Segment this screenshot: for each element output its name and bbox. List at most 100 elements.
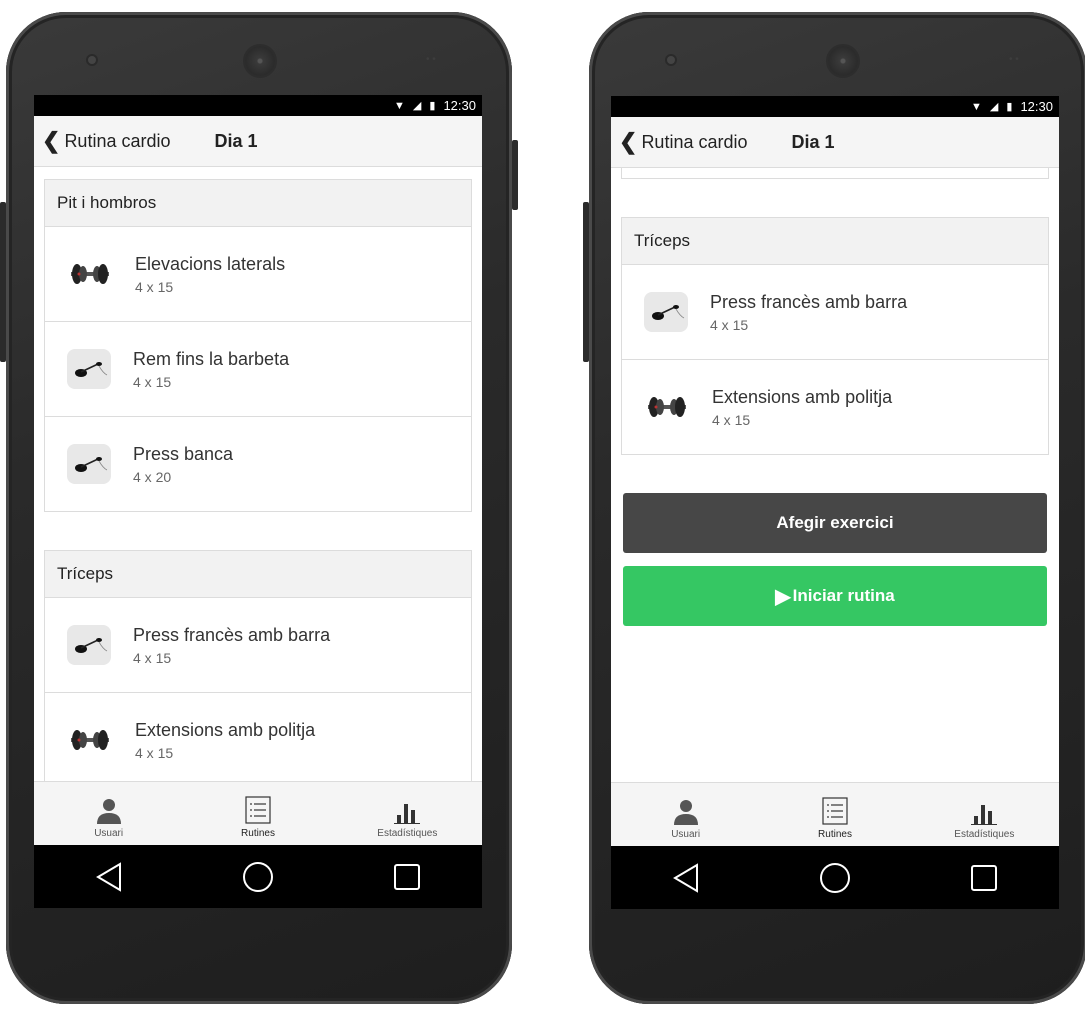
chevron-left-icon: ❮ [619,129,638,154]
exercise-item[interactable]: Elevacions laterals 4 x 15 [45,227,471,322]
square-recents-icon [394,863,421,890]
exercise-name: Press francès amb barra [710,291,908,312]
android-nav-bar [611,846,1059,909]
exercise-name: Press francès amb barra [133,624,331,645]
back-label: Rutina cardio [641,131,748,152]
tab-label: Estadístiques [954,829,1015,840]
exercise-sets: 4 x 15 [133,649,172,666]
exercise-list[interactable]: Pit i hombros Elevacions laterals4 x 15 … [611,168,1059,783]
cable-handle-icon [67,625,111,665]
front-camera-icon [667,56,675,64]
earpiece-icon [828,46,858,76]
exercise-sets: 4 x 20 [133,468,172,485]
start-routine-label: Iniciar rutina [792,586,895,605]
exercise-sets: 4 x 15 [135,744,174,761]
list-icon [822,797,848,825]
exercise-sets: 4 x 15 [710,316,749,333]
back-button[interactable]: ❮ Rutina cardio [34,128,171,154]
group-title: Pit i hombros [45,180,471,227]
circle-home-icon [242,861,273,892]
play-icon: ▶ [775,585,791,608]
dumbbell-icon [67,251,113,297]
dumbbell-icon [67,717,113,763]
bottom-tab-bar: Usuari Rutines Estadístiques [611,782,1059,846]
home-nav-button[interactable] [815,858,855,898]
tab-user[interactable]: Usuari [611,783,760,846]
volume-button [0,202,6,362]
screen: ▼ ◢ ▮ 12:30 ❮ Rutina cardio Dia 1 Pit i … [611,96,1059,909]
back-label: Rutina cardio [64,130,171,151]
wifi-icon: ▼ [971,100,982,113]
home-nav-button[interactable] [238,857,278,897]
exercise-name: Extensions amb politja [135,719,316,740]
start-routine-button[interactable]: ▶ Iniciar rutina [623,566,1047,626]
exercise-item[interactable]: Rem fins la barbeta 4 x 15 [45,322,471,417]
list-icon [245,796,271,824]
battery-icon: ▮ [1006,101,1013,113]
triangle-back-icon [672,862,698,893]
circle-home-icon [819,862,850,893]
tab-stats[interactable]: Estadístiques [333,782,482,845]
status-bar: ▼ ◢ ▮ 12:30 [611,96,1059,117]
tab-routines[interactable]: Rutines [183,782,332,845]
tab-label: Rutines [241,828,275,839]
tab-routines[interactable]: Rutines [760,783,909,846]
recents-nav-button[interactable] [387,857,427,897]
status-time: 12:30 [443,98,476,113]
back-nav-button[interactable] [89,857,129,897]
exercise-group-triceps: Tríceps Press francès amb barra 4 x 15 Ex… [621,217,1049,455]
tab-stats[interactable]: Estadístiques [910,783,1059,846]
exercise-sets: 4 x 15 [135,278,174,295]
exercise-group-chest: Pit i hombros Elevacions laterals4 x 15 … [44,179,472,512]
app-bar: ❮ Rutina cardio Dia 1 [611,117,1059,168]
exercise-name: Press banca [133,443,234,464]
exercise-group-triceps: Tríceps Press francès amb barra 4 x 15 Ex… [44,550,472,782]
phone-right: • • ▼ ◢ ▮ 12:30 ❮ Rutina cardio Dia 1 Pi… [583,12,1085,1004]
square-recents-icon [971,864,998,891]
status-time: 12:30 [1020,99,1053,114]
exercise-item[interactable]: Extensions amb politja 4 x 15 [622,360,1048,454]
cable-handle-icon [67,349,111,389]
page-title: Dia 1 [214,130,258,151]
tab-label: Estadístiques [377,828,438,839]
exercise-name: Elevacions laterals [135,253,286,274]
exercise-item[interactable]: Press banca4 x 20 [622,168,1048,178]
exercise-name: Rem fins la barbeta [133,348,290,369]
sensor-icon: • • [426,54,436,65]
chevron-left-icon: ❮ [42,128,61,153]
exercise-item[interactable]: Extensions amb politja 4 x 15 [45,693,471,782]
battery-icon: ▮ [429,100,436,112]
exercise-item[interactable]: Press francès amb barra 4 x 15 [622,265,1048,360]
exercise-list[interactable]: Pit i hombros Elevacions laterals4 x 15 … [34,167,482,782]
volume-button [583,202,589,362]
exercise-name: Extensions amb politja [712,386,893,407]
back-nav-button[interactable] [666,858,706,898]
exercise-item[interactable]: Press banca 4 x 20 [45,417,471,511]
signal-icon: ◢ [989,101,999,113]
tab-user[interactable]: Usuari [34,782,183,845]
app-bar: ❮ Rutina cardio Dia 1 [34,116,482,167]
user-icon [673,800,698,825]
sensor-icon: • • [1009,54,1019,65]
dumbbell-icon [644,384,690,430]
earpiece-icon [245,46,275,76]
status-bar: ▼ ◢ ▮ 12:30 [34,95,482,116]
exercise-sets: 4 x 15 [712,411,751,428]
recents-nav-button[interactable] [964,858,1004,898]
exercise-group-chest: Pit i hombros Elevacions laterals4 x 15 … [621,168,1049,179]
group-title: Tríceps [622,218,1048,265]
cable-handle-icon [644,292,688,332]
screen: ▼ ◢ ▮ 12:30 ❮ Rutina cardio Dia 1 Pit i … [34,95,482,908]
add-exercise-button[interactable]: Afegir exercici [623,493,1047,553]
signal-icon: ◢ [412,100,422,112]
user-icon [96,799,121,824]
bottom-tab-bar: Usuari Rutines Estadístiques [34,781,482,845]
exercise-item[interactable]: Press francès amb barra 4 x 15 [45,598,471,693]
android-nav-bar [34,845,482,908]
front-camera-icon [88,56,96,64]
group-title: Tríceps [45,551,471,598]
power-button [512,140,518,210]
back-button[interactable]: ❮ Rutina cardio [611,129,748,155]
phone-left: • • ▼ ◢ ▮ 12:30 ❮ Rutina cardio Dia 1 Pi… [0,12,518,1004]
bar-chart-icon [394,804,421,824]
